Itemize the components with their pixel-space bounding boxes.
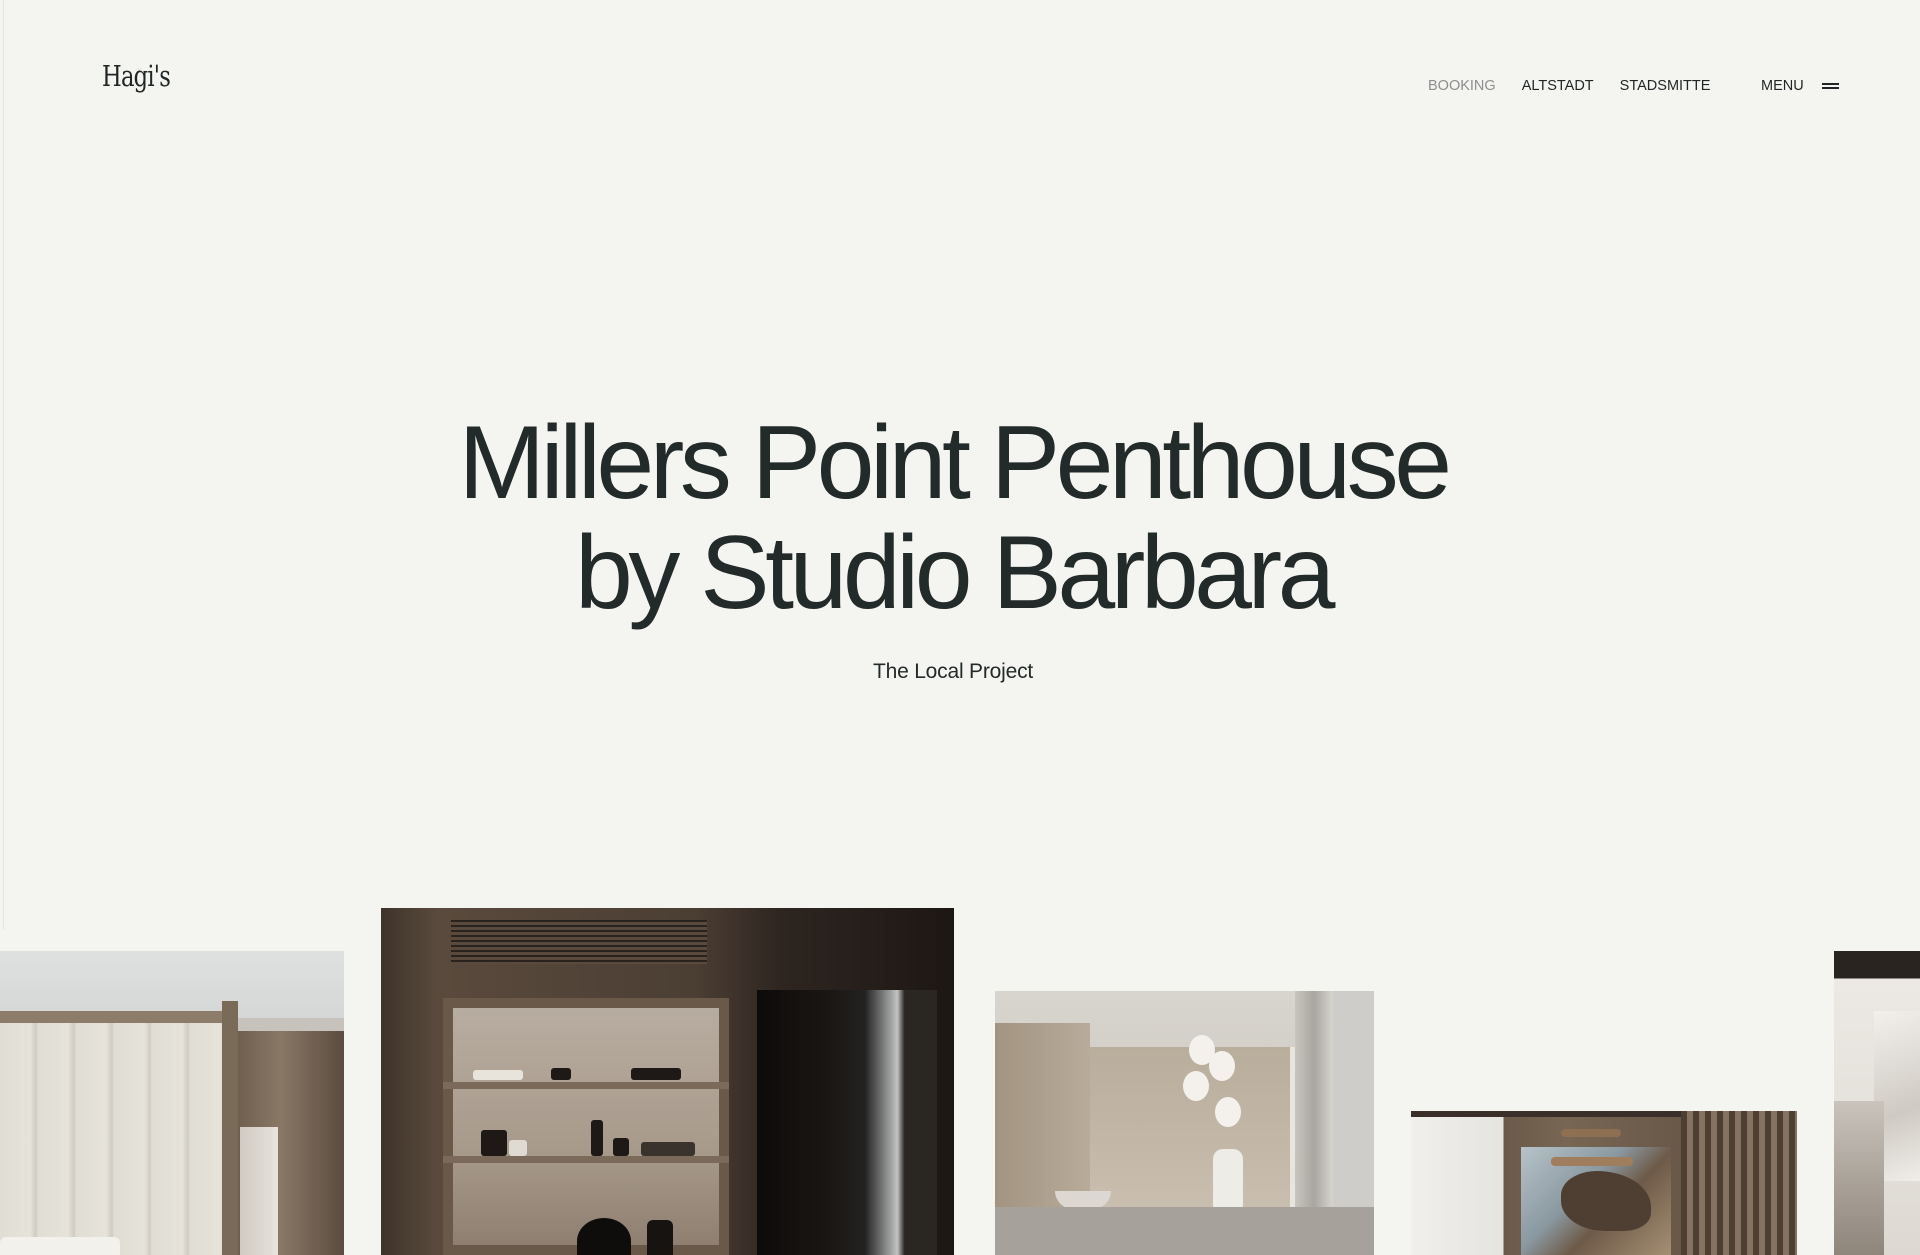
main-nav: BOOKING ALTSTADT STADSMITTE bbox=[1428, 77, 1736, 95]
nav-link-altstadt[interactable]: ALTSTADT bbox=[1522, 77, 1594, 95]
gallery-photo-partial[interactable] bbox=[1834, 951, 1920, 1255]
gallery-photo-dining[interactable] bbox=[1411, 1111, 1797, 1255]
gallery-photo-bathroom[interactable] bbox=[995, 991, 1374, 1255]
page-title-line-2: by Studio Barbara bbox=[574, 515, 1336, 631]
gallery-photo-shelving[interactable] bbox=[381, 908, 954, 1255]
menu-button[interactable]: MENU bbox=[1761, 77, 1839, 95]
page-title-line-1: Millers Point Penthouse bbox=[458, 405, 1452, 521]
nav-link-stadsmitte[interactable]: STADSMITTE bbox=[1620, 77, 1711, 95]
page-subtitle: The Local Project bbox=[872, 660, 1034, 683]
gallery-photo-bedroom[interactable] bbox=[0, 951, 344, 1255]
hamburger-icon bbox=[1821, 82, 1839, 90]
site-logo[interactable]: Hagi's bbox=[102, 62, 171, 91]
menu-label: MENU bbox=[1761, 78, 1804, 94]
nav-link-booking[interactable]: BOOKING bbox=[1428, 77, 1496, 95]
page-title: Millers Point Penthouse by Studio Barbar… bbox=[0, 408, 1906, 628]
